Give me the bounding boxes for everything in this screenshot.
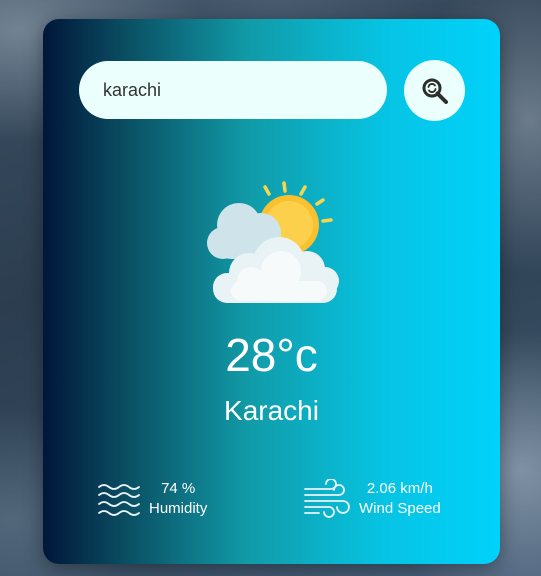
wind-label: Wind Speed [359, 500, 441, 517]
search-icon [422, 78, 448, 104]
humidity-label: Humidity [149, 500, 208, 517]
wind-stat: 2.06 km/h Wind Speed [303, 479, 441, 519]
humidity-waves-icon [98, 484, 140, 516]
city-name: Karachi [224, 395, 319, 426]
search-button[interactable] [404, 60, 465, 121]
clouds-sun-icon [207, 181, 339, 303]
temperature: 28°c [225, 329, 318, 381]
search-input[interactable] [79, 61, 387, 119]
wind-value: 2.06 km/h [366, 480, 433, 497]
wind-icon [304, 479, 350, 518]
humidity-value: 74 % [161, 480, 196, 497]
humidity-stat: 74 % Humidity [97, 479, 207, 519]
weather-card: 28°c Karachi 74 % Humidity [43, 19, 500, 564]
